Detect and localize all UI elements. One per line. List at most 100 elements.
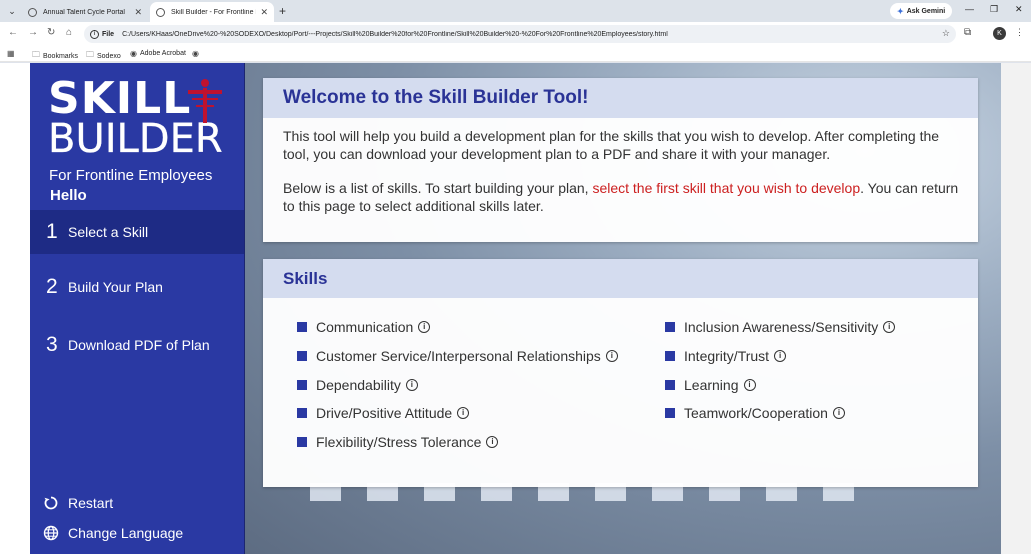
story-player: SKILL BUILDER For Frontline Employees He… [0,63,1031,554]
bullet-square-icon [665,379,675,390]
skill-inclusion-awareness[interactable]: Inclusion Awareness/Sensitivity i [665,313,896,342]
close-icon[interactable]: ✕ [260,7,268,18]
info-circle-icon[interactable]: i [418,321,431,334]
globe-icon: ◉ [130,49,137,58]
bullet-square-icon [297,437,307,448]
step-label: Build Your Plan [68,279,163,295]
url-text: C:/Users/KHaas/OneDrive%20-%20SODEXO/Des… [122,30,668,38]
site-info-icon[interactable]: i [90,29,99,39]
logo-line2: BUILDER [48,116,223,162]
new-tab-button[interactable]: + [279,3,286,19]
step-number: 3 [46,333,58,356]
bullet-square-icon [297,379,307,390]
skill-communication[interactable]: Communication i [297,313,618,342]
info-circle-icon[interactable]: i [486,436,499,449]
bookmark-star-icon[interactable]: ☆ [942,28,950,39]
address-input[interactable]: i File C:/Users/KHaas/OneDrive%20-%20SOD… [84,25,956,43]
change-language-button[interactable]: Change Language [42,524,183,542]
globe-icon [156,7,165,17]
tab-annual-talent-cycle[interactable]: Annual Talent Cycle Portal ✕ [22,2,148,22]
back-icon[interactable]: ← [8,27,18,38]
globe-icon: ◉ [192,49,199,58]
step-build-plan[interactable]: 2 Build Your Plan [30,265,244,309]
logo-line3: For Frontline Employees [49,167,213,184]
apps-icon[interactable]: ▦ [7,49,18,58]
restart-icon [42,494,60,512]
bookmark-folder-bookmarks[interactable]: 🗀 Bookmarks [32,49,78,63]
skill-integrity-trust[interactable]: Integrity/Trust i [665,342,895,371]
welcome-body: This tool will help you build a developm… [263,118,978,215]
welcome-paragraph-2: Below is a list of skills. To start buil… [283,179,960,215]
step-label: Download PDF of Plan [68,337,210,353]
step-number: 1 [46,220,58,243]
reload-icon[interactable]: ↻ [47,27,55,38]
bullet-square-icon [665,408,675,419]
bullet-square-icon [665,322,675,333]
bookmark-label: Sodexo [97,52,121,60]
skill-label: Inclusion Awareness/Sensitivity [684,319,879,336]
welcome-paragraph-1: This tool will help you build a developm… [283,128,940,162]
bookmark-adobe-acrobat[interactable]: ◉ Adobe Acrobat [130,49,186,58]
ask-gemini-button[interactable]: ✦ Ask Gemini [890,3,953,19]
extensions-icon[interactable]: ⧉ [964,27,971,38]
step-download-pdf[interactable]: 3 Download PDF of Plan [30,323,244,367]
restore-icon[interactable]: ❐ [990,4,998,15]
skill-label: Learning [684,376,739,393]
bookmark-label: Adobe Acrobat [139,50,186,57]
welcome-panel: Welcome to the Skill Builder Tool! This … [263,78,978,242]
skill-flexibility[interactable]: Flexibility/Stress Tolerance i [297,428,618,457]
skill-label: Customer Service/Interpersonal Relations… [316,348,601,365]
info-circle-icon[interactable]: i [883,321,896,334]
ask-gemini-label: Ask Gemini [906,7,946,15]
bullet-square-icon [665,351,675,362]
bookmark-label: Bookmarks [43,52,79,60]
tab-search-icon[interactable]: ⌄ [4,3,20,19]
skill-learning[interactable]: Learning i [665,370,895,399]
skill-customer-service[interactable]: Customer Service/Interpersonal Relations… [297,342,618,371]
skill-builder-logo: SKILL BUILDER For Frontline Employees [48,75,228,185]
close-icon[interactable]: ✕ [134,7,142,18]
skills-column-right: Inclusion Awareness/Sensitivity i Integri… [665,313,896,428]
menu-icon[interactable]: ⋮ [1015,27,1024,38]
skill-label: Dependability [316,376,401,393]
logo-figure-icon [188,79,222,123]
info-circle-icon[interactable]: i [743,378,756,391]
info-circle-icon[interactable]: i [774,350,787,363]
stage-margin-right [1001,63,1031,554]
bookmark-folder-sodexo[interactable]: 🗀 Sodexo [86,49,121,63]
home-icon[interactable]: ⌂ [66,27,72,38]
change-language-label: Change Language [68,525,184,541]
minimize-icon[interactable]: — [965,4,974,14]
sparkle-icon: ✦ [897,6,904,16]
address-bar-row: ← → ↻ ⌂ i File C:/Users/KHaas/OneDrive%2… [0,22,1031,46]
tab-skill-builder[interactable]: Skill Builder - For Frontline Employees … [150,2,274,22]
close-window-icon[interactable]: ✕ [1015,4,1023,15]
skill-dependability[interactable]: Dependability i [297,370,618,399]
globe-icon [42,524,60,542]
restart-label: Restart [68,495,114,511]
restart-button[interactable]: Restart [42,494,113,512]
skill-label: Teamwork/Cooperation [684,405,828,422]
tab-title: Skill Builder - For Frontline Employees [171,8,256,16]
skill-label: Flexibility/Stress Tolerance [316,434,482,451]
greeting: Hello [50,187,87,204]
bookmarks-bar: ▦ 🗀 Bookmarks 🗀 Sodexo ◉ Adobe Acrobat ◉ [0,46,1031,62]
info-circle-icon[interactable]: i [832,407,845,420]
bullet-square-icon [297,351,307,362]
info-circle-icon[interactable]: i [605,350,618,363]
profile-avatar[interactable]: K [993,27,1006,40]
bookmark-globe[interactable]: ◉ [192,49,202,58]
step-label: Select a Skill [68,224,149,240]
info-circle-icon[interactable]: i [457,407,470,420]
skill-teamwork[interactable]: Teamwork/Cooperation i [665,399,895,428]
bullet-square-icon [297,408,307,419]
step-select-skill[interactable]: 1 Select a Skill [30,210,244,254]
welcome-title: Welcome to the Skill Builder Tool! [263,78,978,118]
forward-icon[interactable]: → [28,27,38,38]
bullet-square-icon [297,322,307,333]
skill-label: Drive/Positive Attitude [316,405,453,422]
skill-label: Communication [316,319,414,336]
info-circle-icon[interactable]: i [405,378,418,391]
highlight-text: select the first skill that you wish to … [592,180,861,196]
skill-drive-positive-attitude[interactable]: Drive/Positive Attitude i [297,399,618,428]
